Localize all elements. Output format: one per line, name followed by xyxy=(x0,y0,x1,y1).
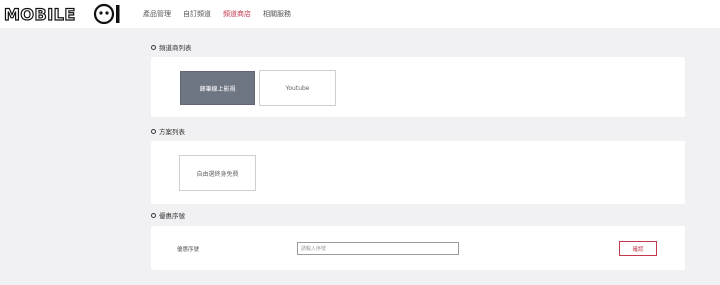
logo-one-bar xyxy=(116,5,120,23)
coupon-field-label: 優惠序號 xyxy=(177,247,200,253)
nav-item-channel-store[interactable]: 頻道商店 xyxy=(223,9,251,19)
plans-panel: 自由選終身免費 xyxy=(151,141,685,204)
nav-item-product-management[interactable]: 產品管理 xyxy=(143,9,171,19)
plan-tile-free[interactable]: 自由選終身免費 xyxy=(179,155,256,191)
coupon-section-header: 優惠序號 xyxy=(151,210,185,220)
coupon-panel: 優惠序號 請輸入序號 確認 xyxy=(151,226,685,270)
channel-tile-selected[interactable]: 鋒筆線上影視 xyxy=(180,71,255,105)
channels-section-title: 頻道商列表 xyxy=(159,44,192,52)
plans-section-title: 方案列表 xyxy=(159,128,185,136)
mobile01-logo[interactable]: MOBILE xyxy=(3,2,125,26)
bullet-icon xyxy=(151,128,156,134)
logo-eye-left xyxy=(99,11,103,15)
confirm-button[interactable]: 確認 xyxy=(619,241,657,256)
plans-section-header: 方案列表 xyxy=(151,126,185,136)
coupon-section-title: 優惠序號 xyxy=(159,212,185,220)
bullet-icon xyxy=(151,212,156,218)
logo-eye-right xyxy=(105,11,109,15)
main-nav: 產品管理 自訂頻道 頻道商店 相關服務 xyxy=(143,9,291,19)
top-bar: MOBILE 產品管理 自訂頻道 頻道商店 相關服務 xyxy=(0,0,720,28)
bullet-icon xyxy=(151,44,156,50)
nav-item-custom-channels[interactable]: 自訂頻道 xyxy=(183,9,211,19)
logo-text: MOBILE xyxy=(4,5,76,24)
coupon-code-input[interactable]: 請輸入序號 xyxy=(297,242,459,255)
nav-item-related-services[interactable]: 相關服務 xyxy=(263,9,291,19)
coupon-input-placeholder: 請輸入序號 xyxy=(301,246,327,252)
channels-panel: 鋒筆線上影視 Youtube xyxy=(151,57,685,117)
logo-zero-circle xyxy=(93,3,115,25)
channel-tile-youtube[interactable]: Youtube xyxy=(259,70,336,106)
channels-section-header: 頻道商列表 xyxy=(151,42,192,52)
